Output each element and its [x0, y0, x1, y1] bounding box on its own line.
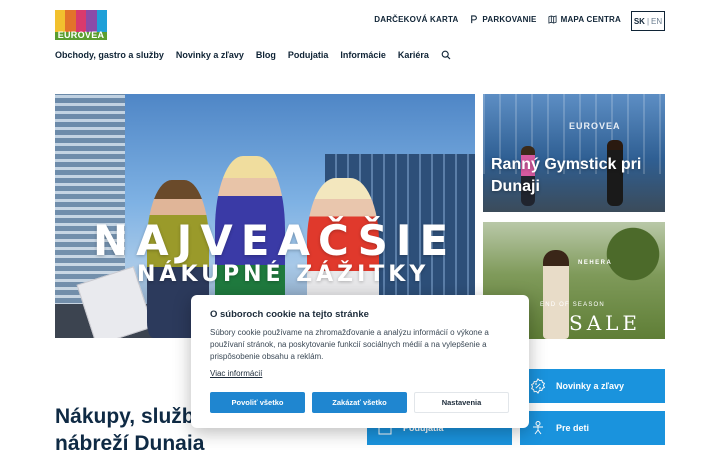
map-link[interactable]: MAPA CENTRA — [548, 15, 621, 24]
lang-separator: | — [646, 16, 650, 26]
search-icon[interactable] — [441, 50, 451, 60]
gift-card-link[interactable]: DARČEKOVÁ KARTA — [374, 15, 458, 24]
nav-news[interactable]: Novinky a zľavy — [176, 50, 244, 60]
nav-events[interactable]: Podujatia — [288, 50, 329, 60]
lang-en[interactable]: EN — [651, 17, 662, 26]
sale-label: SALE — [569, 311, 642, 335]
cookie-consent-dialog: O súboroch cookie na tejto stránke Súbor… — [191, 295, 529, 428]
for-kids-button[interactable]: Pre deti — [520, 411, 665, 445]
map-icon — [548, 15, 557, 24]
cookie-actions: Povoliť všetko Zakázať všetko Nastavenia — [210, 392, 509, 413]
percent-badge-icon — [530, 378, 546, 394]
language-switcher[interactable]: SK | EN — [631, 11, 665, 31]
utility-links: DARČEKOVÁ KARTA PARKOVANIE MAPA CENTRA — [374, 15, 621, 24]
child-icon — [533, 421, 543, 435]
deny-all-button[interactable]: Zakázať všetko — [312, 392, 407, 413]
logo-wordmark: EUROVEA — [57, 30, 105, 40]
logo-stripes — [55, 10, 107, 32]
nav-info[interactable]: Informácie — [340, 50, 386, 60]
cookie-settings-button[interactable]: Nastavenia — [414, 392, 509, 413]
nav-shops[interactable]: Obchody, gastro a služby — [55, 50, 164, 60]
parking-icon — [471, 15, 478, 24]
hero-subline: NÁKUPNÉ ZÁŽITKY — [137, 262, 430, 287]
main-nav: Obchody, gastro a služby Novinky a zľavy… — [55, 50, 451, 60]
building-sign: EUROVEA — [569, 121, 621, 131]
brand-label: NEHERA — [578, 260, 613, 266]
model-figure — [543, 250, 569, 339]
hero-headline: NAJVEAČŠIE — [93, 216, 457, 265]
card-title: Ranný Gymstick pri Dunaji — [491, 156, 642, 195]
allow-all-button[interactable]: Povoliť všetko — [210, 392, 305, 413]
cookie-more-info-link[interactable]: Viac informácií — [210, 369, 262, 378]
gymstick-event-card[interactable]: EUROVEA Ranný Gymstick pri Dunaji — [483, 94, 665, 212]
parking-link[interactable]: PARKOVANIE — [469, 15, 536, 24]
nav-blog[interactable]: Blog — [256, 50, 276, 60]
cookie-title: O súboroch cookie na tejto stránke — [210, 309, 369, 320]
cookie-description: Súbory cookie používame na zhromažďovani… — [210, 328, 489, 361]
nav-career[interactable]: Kariéra — [398, 50, 429, 60]
lang-sk[interactable]: SK — [634, 17, 645, 26]
season-label: END OF SEASON — [540, 302, 605, 308]
eurovea-logo[interactable]: EUROVEA — [55, 10, 107, 40]
news-discounts-button[interactable]: Novinky a zľavy — [520, 369, 665, 403]
